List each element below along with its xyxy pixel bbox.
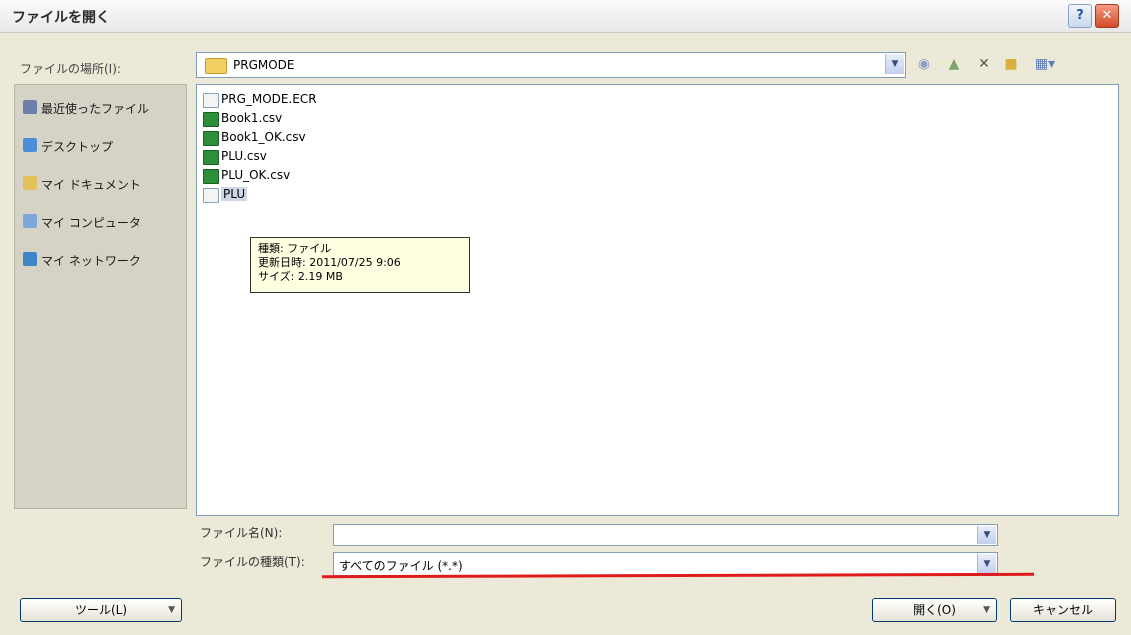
- place-my-documents[interactable]: マイ ドキュメント: [23, 173, 183, 195]
- documents-icon: [23, 176, 37, 190]
- file-name: PRG_MODE.ECR: [221, 92, 317, 106]
- excel-csv-icon: [203, 150, 219, 165]
- filetype-value: すべてのファイル (*.*): [339, 559, 463, 573]
- place-my-network[interactable]: マイ ネットワーク: [23, 249, 183, 271]
- chevron-down-icon[interactable]: ▼: [977, 526, 996, 544]
- open-label: 開く(O): [913, 603, 956, 617]
- new-folder-icon[interactable]: ■: [1001, 55, 1021, 73]
- file-name: PLU: [221, 187, 248, 201]
- excel-csv-icon: [203, 112, 219, 127]
- place-label: マイ ドキュメント: [41, 178, 141, 192]
- up-folder-icon[interactable]: ▲: [944, 55, 964, 73]
- lookin-value: PRGMODE: [233, 58, 295, 72]
- recent-icon: [23, 100, 37, 114]
- open-file-dialog: ファイルを開く ? ✕ ファイルの場所(I): PRGMODE ▼ ◉ ▲ ✕ …: [0, 0, 1131, 635]
- desktop-icon: [23, 138, 37, 152]
- tooltip-modified: 更新日時: 2011/07/25 9:06: [258, 256, 401, 269]
- close-button[interactable]: ✕: [1095, 4, 1119, 28]
- place-recent[interactable]: 最近使ったファイル: [23, 97, 183, 119]
- views-menu-icon[interactable]: ▦▾: [1030, 55, 1060, 73]
- file-name: Book1_OK.csv: [221, 130, 306, 144]
- tools-button[interactable]: ツール(L) ▼: [20, 598, 182, 622]
- tools-label: ツール(L): [74, 603, 128, 617]
- place-label: マイ ネットワーク: [41, 254, 141, 268]
- filetype-label: ファイルの種類(T):: [200, 555, 305, 569]
- file-icon: [203, 93, 219, 108]
- excel-csv-icon: [203, 131, 219, 146]
- computer-icon: [23, 214, 37, 228]
- place-desktop[interactable]: デスクトップ: [23, 135, 183, 157]
- file-list[interactable]: PRG_MODE.ECR Book1.csv Book1_OK.csv PLU.…: [196, 84, 1119, 516]
- filename-input[interactable]: ▼: [333, 524, 998, 546]
- tooltip-size: サイズ: 2.19 MB: [258, 270, 343, 283]
- delete-icon[interactable]: ✕: [974, 55, 994, 73]
- open-button[interactable]: 開く(O) ▼: [872, 598, 997, 622]
- chevron-down-icon: ▼: [168, 605, 175, 615]
- file-info-tooltip: 種類: ファイル 更新日時: 2011/07/25 9:06 サイズ: 2.19…: [250, 237, 470, 293]
- place-my-computer[interactable]: マイ コンピュータ: [23, 211, 183, 233]
- place-label: 最近使ったファイル: [41, 102, 150, 116]
- place-label: デスクトップ: [41, 140, 114, 154]
- place-label: マイ コンピュータ: [41, 216, 141, 230]
- file-name: Book1.csv: [221, 111, 283, 125]
- cancel-button[interactable]: キャンセル: [1010, 598, 1116, 622]
- back-icon[interactable]: ◉: [914, 55, 934, 73]
- excel-csv-icon: [203, 169, 219, 184]
- places-bar: 最近使ったファイル デスクトップ マイ ドキュメント マイ コンピュータ マイ …: [14, 84, 187, 509]
- file-name: PLU.csv: [221, 149, 267, 163]
- chevron-down-icon[interactable]: ▼: [885, 54, 904, 74]
- filename-label: ファイル名(N):: [200, 526, 283, 540]
- chevron-down-icon[interactable]: ▼: [977, 554, 996, 574]
- lookin-dropdown[interactable]: PRGMODE ▼: [196, 52, 906, 78]
- dialog-title: ファイルを開く: [12, 10, 110, 26]
- network-icon: [23, 252, 37, 266]
- lookin-label: ファイルの場所(I):: [20, 62, 121, 76]
- help-button[interactable]: ?: [1068, 4, 1092, 28]
- folder-icon: [205, 58, 227, 74]
- title-bar[interactable]: ファイルを開く ? ✕: [0, 0, 1131, 33]
- tooltip-type: 種類: ファイル: [258, 242, 332, 255]
- file-icon: [203, 188, 219, 203]
- chevron-down-icon: ▼: [983, 605, 990, 615]
- file-name: PLU_OK.csv: [221, 168, 291, 182]
